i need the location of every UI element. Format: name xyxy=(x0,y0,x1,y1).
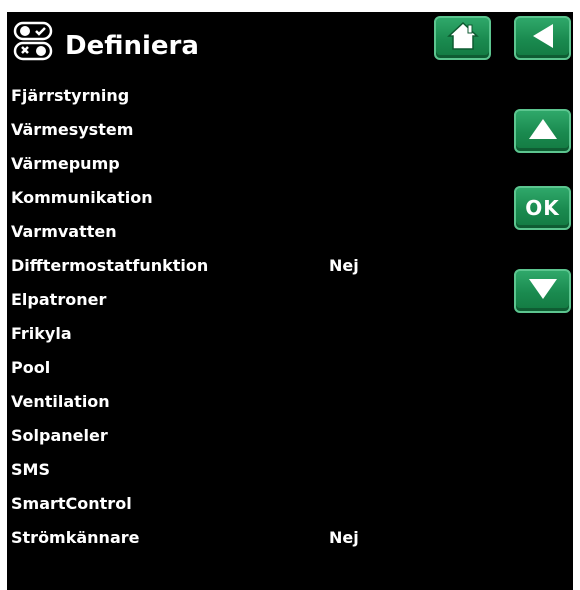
home-button[interactable] xyxy=(434,16,491,60)
menu-item-difftermostatfunktion[interactable]: Difftermostatfunktion Nej xyxy=(11,248,491,282)
menu-item-label: Solpaneler xyxy=(11,425,108,445)
menu-item-pool[interactable]: Pool xyxy=(11,350,491,384)
menu-item-label: Elpatroner xyxy=(11,289,107,309)
menu-item-sms[interactable]: SMS xyxy=(11,452,491,486)
menu-item-ventilation[interactable]: Ventilation xyxy=(11,384,491,418)
down-arrow-icon xyxy=(527,276,559,306)
menu-item-value: Nej xyxy=(329,255,359,275)
menu-item-label: Frikyla xyxy=(11,323,72,343)
menu-item-label: SmartControl xyxy=(11,493,132,513)
menu-item-frikyla[interactable]: Frikyla xyxy=(11,316,491,350)
ok-label: OK xyxy=(525,196,560,220)
back-button[interactable] xyxy=(514,16,571,60)
menu-item-label: Varmvatten xyxy=(11,221,117,241)
menu-item-label: Strömkännare xyxy=(11,527,140,547)
menu-item-label: SMS xyxy=(11,459,50,479)
menu-item-smartcontrol[interactable]: SmartControl xyxy=(11,486,491,520)
menu-item-label: Värmesystem xyxy=(11,119,134,139)
screen: Definiera OK Fjärrstyrning Värmesystem V… xyxy=(7,12,573,590)
menu-item-kommunikation[interactable]: Kommunikation xyxy=(11,180,491,214)
menu-item-label: Pool xyxy=(11,357,51,377)
menu-item-elpatroner[interactable]: Elpatroner xyxy=(11,282,491,316)
menu-item-label: Värmepump xyxy=(11,153,120,173)
menu-item-solpaneler[interactable]: Solpaneler xyxy=(11,418,491,452)
back-arrow-icon xyxy=(529,21,557,55)
scroll-down-button[interactable] xyxy=(514,269,571,313)
scroll-up-button[interactable] xyxy=(514,109,571,153)
menu-item-fjarrstyrning[interactable]: Fjärrstyrning xyxy=(11,78,491,112)
menu-item-varmvatten[interactable]: Varmvatten xyxy=(11,214,491,248)
menu-item-label: Fjärrstyrning xyxy=(11,85,130,105)
page-title: Definiera xyxy=(65,31,199,61)
up-arrow-icon xyxy=(527,116,559,146)
menu-item-label: Kommunikation xyxy=(11,187,153,207)
menu-list: Fjärrstyrning Värmesystem Värmepump Komm… xyxy=(11,78,491,554)
home-icon xyxy=(446,21,479,55)
menu-item-varmesystem[interactable]: Värmesystem xyxy=(11,112,491,146)
menu-item-stromkannare[interactable]: Strömkännare Nej xyxy=(11,520,491,554)
menu-item-label: Ventilation xyxy=(11,391,110,411)
ok-button[interactable]: OK xyxy=(514,186,571,230)
toggle-switches-icon xyxy=(13,21,57,61)
menu-item-value: Nej xyxy=(329,527,359,547)
menu-item-varmepump[interactable]: Värmepump xyxy=(11,146,491,180)
menu-item-label: Difftermostatfunktion xyxy=(11,255,209,275)
